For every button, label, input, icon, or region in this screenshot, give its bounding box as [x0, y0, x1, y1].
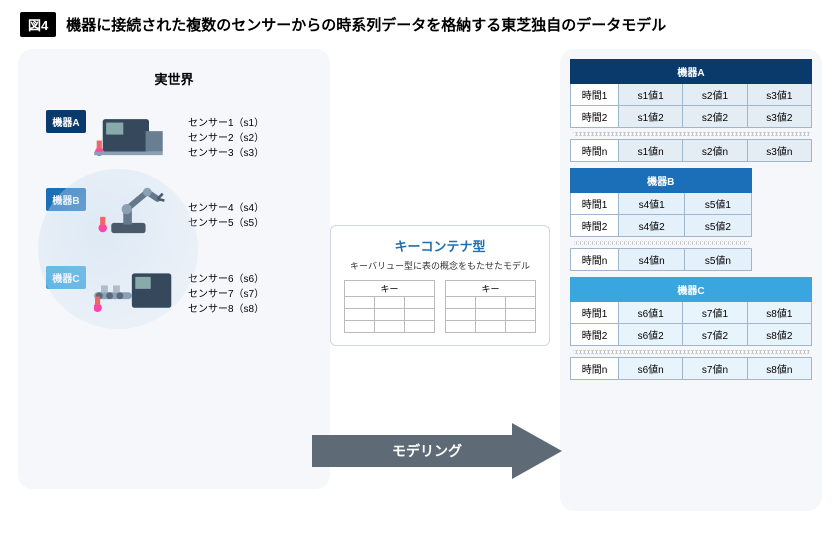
key-container-subtitle: キーバリュー型に表の概念をもたせたモデル [341, 259, 539, 272]
device-a-row: 機器A センサー1（s1） センサー2（s2） センサー3（s3） [46, 102, 330, 174]
figure-header: 図4 機器に接続された複数のセンサーからの時系列データを格納する東芝独自のデータ… [0, 0, 840, 49]
key-table-2: キー [445, 280, 536, 333]
ellipsis-gap [569, 350, 814, 354]
data-model-panel: 機器A 時間1s1値1s2値1s3値1 時間2s1値2s2値2s3値2 時間ns… [560, 49, 822, 511]
ellipsis-gap [569, 241, 754, 245]
ellipsis-gap [569, 132, 814, 136]
device-a-sensors: センサー1（s1） センサー2（s2） センサー3（s3） [188, 116, 264, 161]
figure-title: 機器に接続された複数のセンサーからの時系列データを格納する東芝独自のデータモデル [66, 14, 666, 35]
factory-machine-icon [94, 102, 180, 162]
diagram-body: 実世界 機器A センサー1（s1） センサー2（s2） センサー3（s3） 機器… [0, 49, 840, 489]
key-container-title: キーコンテナ型 [341, 236, 539, 255]
key-container-box: キーコンテナ型 キーバリュー型に表の概念をもたせたモデル キー キー [330, 225, 550, 346]
device-c-sensors: センサー6（s6） センサー7（s7） センサー8（s8） [188, 272, 264, 317]
table-device-a: 機器A 時間1s1値1s2値1s3値1 時間2s1値2s2値2s3値2 時間ns… [570, 59, 812, 162]
real-world-heading: 実世界 [18, 69, 330, 88]
device-a-label: 機器A [46, 110, 86, 133]
real-world-panel: 実世界 機器A センサー1（s1） センサー2（s2） センサー3（s3） 機器… [18, 49, 330, 489]
key-table-1: キー [344, 280, 435, 333]
table-device-b: 機器B 時間1s4値1s5値1 時間2s4値2s5値2 時間ns4値ns5値n [570, 168, 752, 271]
modeling-arrow-label: モデリング [312, 423, 542, 479]
figure-badge: 図4 [20, 12, 56, 37]
key-container-tables: キー キー [341, 280, 539, 333]
modeling-arrow: モデリング [312, 423, 562, 479]
device-b-sensors: センサー4（s4） センサー5（s5） [188, 201, 264, 231]
robot-arm-icon [94, 180, 180, 240]
conveyor-machine-icon [94, 258, 180, 318]
table-device-c: 機器C 時間1s6値1s7値1s8値1 時間2s6値2s7値2s8値2 時間ns… [570, 277, 812, 380]
